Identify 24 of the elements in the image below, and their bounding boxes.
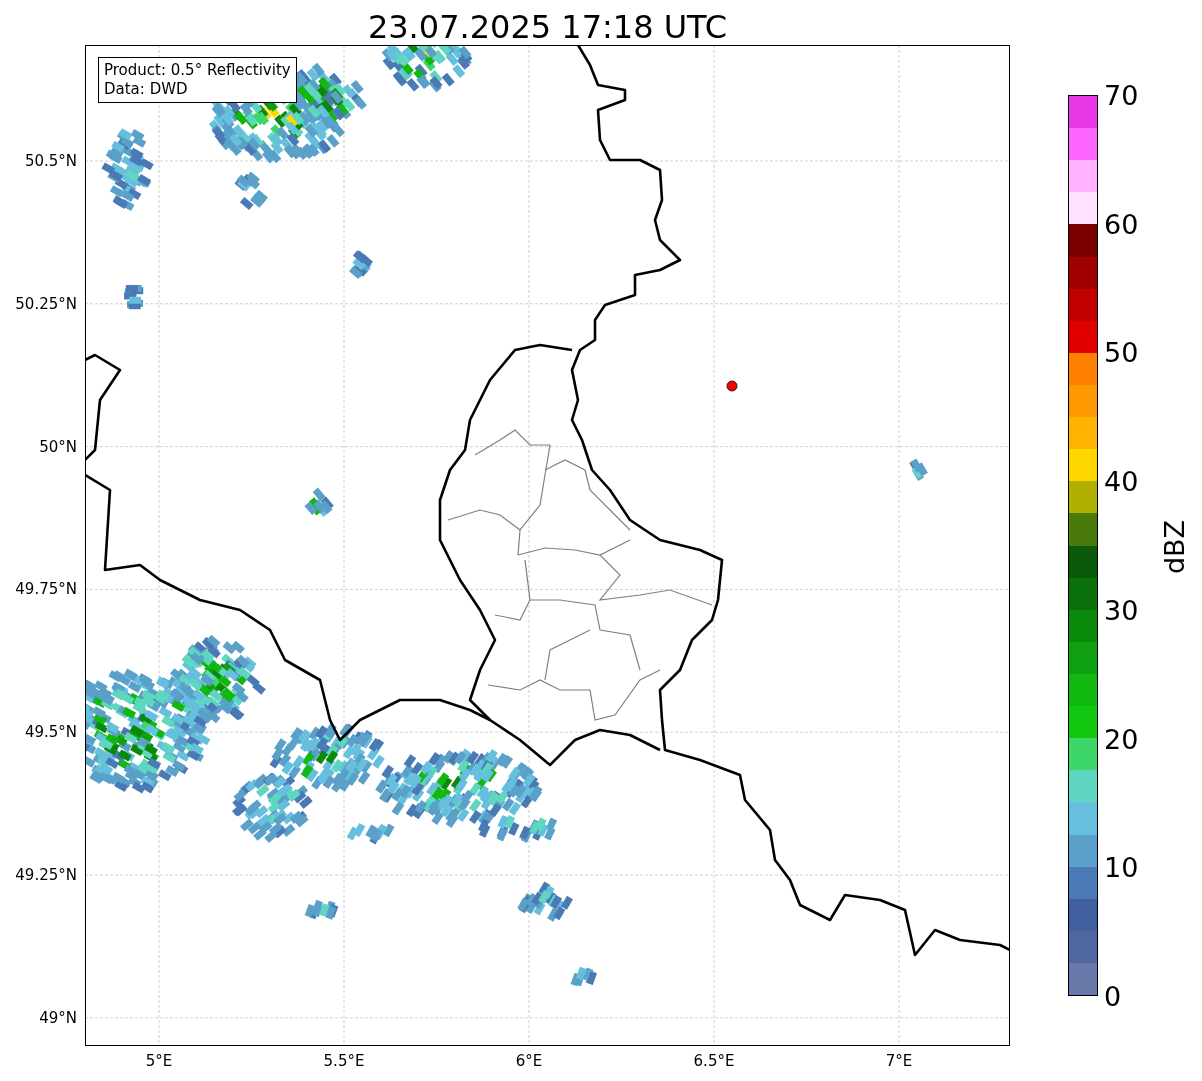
- latitude-label: 50°N: [39, 437, 77, 456]
- latitude-label: 50.5°N: [24, 152, 77, 170]
- colorbar-tick-label: 20: [1104, 723, 1139, 755]
- colorbar-tick-label: 0: [1104, 980, 1122, 1012]
- colorbar-tick-label: 50: [1104, 336, 1139, 368]
- longitude-label: 5.5°E: [323, 1052, 365, 1070]
- colorbar-tick-label: 40: [1104, 465, 1139, 497]
- info-text: Data: DWD: [104, 80, 189, 99]
- colorbar-tick-label: 30: [1104, 594, 1139, 626]
- colorbar-tick-label: 10: [1104, 851, 1139, 883]
- longitude-label: 6.5°E: [693, 1052, 735, 1070]
- colorbar-tick-label: 70: [1104, 79, 1139, 111]
- info-text: Product: 0.5° Reflectivity: [104, 61, 291, 80]
- latitude-label: 49.75°N: [15, 580, 77, 599]
- colorbar-title: dBZ: [1158, 519, 1190, 575]
- latitude-label: 49°N: [39, 1008, 77, 1027]
- latitude-label: 49.5°N: [24, 723, 77, 742]
- longitude-label: 7°E: [885, 1052, 913, 1070]
- longitude-label: 6°E: [515, 1052, 543, 1070]
- latitude-label: 49.25°N: [15, 866, 77, 884]
- longitude-label: 5°E: [145, 1052, 173, 1070]
- colorbar-tick-label: 60: [1104, 208, 1139, 240]
- latitude-label: 50.25°N: [15, 294, 77, 313]
- chart-title: 23.07.2025 17:18 UTC: [366, 9, 729, 45]
